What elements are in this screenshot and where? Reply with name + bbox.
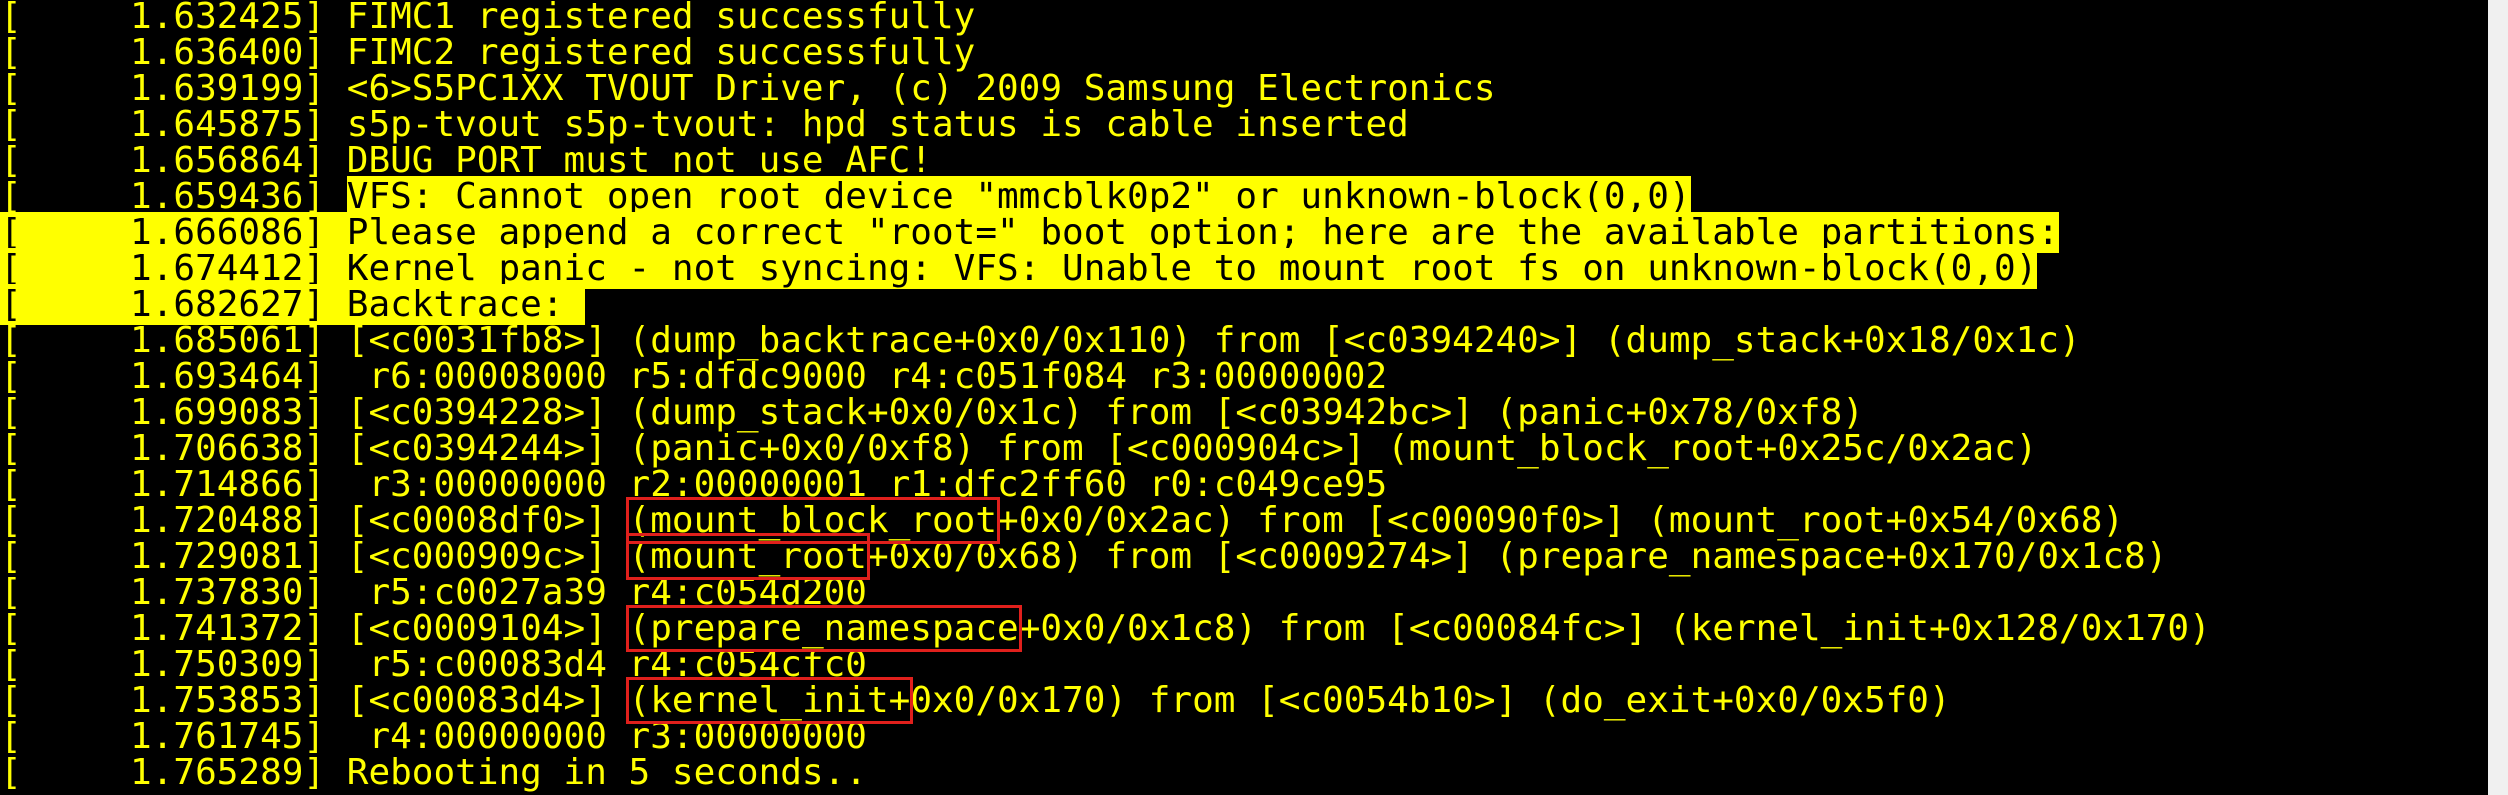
log-line: [ 1.737830] r5:c0027a39 r4:c054d200 [0, 575, 2211, 611]
log-message: <6>S5PC1XX TVOUT Driver, (c) 2009 Samsun… [347, 68, 1496, 109]
log-line: [ 1.636400] FIMC2 registered successfull… [0, 35, 2211, 71]
log-message: Backtrace: [347, 284, 585, 325]
log-text: [<c0031fb8>] (dump_backtrace+0x0/0x110) … [346, 320, 2081, 361]
log-text: [<c0394228>] (dump_stack+0x0/0x1c) from … [346, 392, 1864, 433]
log-message: DBUG_PORT must not use AFC! [347, 140, 932, 181]
log-text: r6:00008000 r5:dfdc9000 r4:c051f084 r3:0… [346, 356, 1388, 397]
log-text: +0x0/0x68) from [<c0009274>] (prepare_na… [866, 536, 2168, 577]
kernel-log: [ 1.632425] FIMC1 registered successfull… [0, 0, 2211, 791]
log-message: r5:c00083d4 r4:c054cfc0 [347, 644, 867, 685]
log-text: Please append a correct "root=" boot opt… [346, 212, 2060, 253]
log-text: 0x0/0x170) from [<c0054b10>] (do_exit+0x… [910, 680, 1951, 721]
log-line: [ 1.753853] [<c00083d4>] (kernel_init+0x… [0, 677, 2211, 724]
log-line: [ 1.714866] r3:00000000 r2:00000001 r1:d… [0, 467, 2211, 503]
log-message: Rebooting in 5 seconds.. [347, 752, 867, 793]
log-message: [<c0394244>] (panic+0x0/0xf8) from [<c00… [347, 428, 2038, 469]
log-text: [<c00083d4>] [346, 680, 629, 721]
log-text: r5:c0027a39 r4:c054d200 [346, 572, 867, 613]
log-timestamp: [ 1.682627] [0, 284, 347, 325]
log-line: [ 1.656864] DBUG_PORT must not use AFC! [0, 143, 2211, 179]
log-timestamp: [ 1.639199] [0, 68, 347, 109]
annotation-red-box: (mount_root [625, 533, 870, 580]
log-timestamp: [ 1.750309] [0, 644, 347, 685]
log-text: s5p-tvout s5p-tvout: hpd status is cable… [346, 104, 1409, 145]
log-message: FIMC2 registered successfully [347, 32, 976, 73]
log-message: [<c0009104>] (prepare_namespace+0x0/0x1c… [346, 605, 2211, 652]
log-line: [ 1.729081] [<c000909c>] (mount_root+0x0… [0, 533, 2211, 580]
log-timestamp: [ 1.656864] [0, 140, 347, 181]
log-message: VFS: Cannot open root device "mmcblk0p2"… [346, 176, 1691, 217]
log-message: r6:00008000 r5:dfdc9000 r4:c051f084 r3:0… [347, 356, 1387, 397]
log-message: s5p-tvout s5p-tvout: hpd status is cable… [347, 104, 1409, 145]
log-message: [<c0031fb8>] (dump_backtrace+0x0/0x110) … [347, 320, 2081, 361]
log-line: [ 1.693464] r6:00008000 r5:dfdc9000 r4:c… [0, 359, 2211, 395]
log-timestamp: [ 1.729081] [0, 536, 347, 577]
log-timestamp: [ 1.761745] [0, 716, 347, 757]
log-line: [ 1.674412] Kernel panic - not syncing: … [0, 248, 2211, 289]
log-message: Kernel panic - not syncing: VFS: Unable … [347, 248, 2038, 289]
log-text: +0x0/0x2ac) from [<c00090f0>] (mount_roo… [997, 500, 2125, 541]
log-text: r4:00000000 r3:00000000 [346, 716, 867, 757]
log-timestamp: [ 1.666086] [0, 212, 347, 253]
log-message: r3:00000000 r2:00000001 r1:dfc2ff60 r0:c… [347, 464, 1387, 505]
log-line: [ 1.699083] [<c0394228>] (dump_stack+0x0… [0, 395, 2211, 431]
log-message: r5:c0027a39 r4:c054d200 [347, 572, 867, 613]
log-message: Please append a correct "root=" boot opt… [347, 212, 2059, 253]
log-timestamp: [ 1.674412] [0, 248, 347, 289]
terminal-window: [ 1.632425] FIMC1 registered successfull… [0, 0, 2488, 795]
log-text: r3:00000000 r2:00000001 r1:dfc2ff60 r0:c… [346, 464, 1388, 505]
log-text: [<c0008df0>] [346, 500, 629, 541]
log-timestamp: [ 1.753853] [0, 680, 347, 721]
log-text: [<c0009104>] [346, 608, 629, 649]
log-text: Kernel panic - not syncing: VFS: Unable … [346, 248, 2038, 289]
log-timestamp: [ 1.737830] [0, 572, 347, 613]
annotation-red-box: (kernel_init+ [625, 677, 914, 724]
log-timestamp: [ 1.765289] [0, 752, 347, 793]
log-line: [ 1.632425] FIMC1 registered successfull… [0, 0, 2211, 35]
log-timestamp: [ 1.645875] [0, 104, 347, 145]
log-message: [<c00083d4>] (kernel_init+0x0/0x170) fro… [346, 677, 1951, 724]
log-text: Rebooting in 5 seconds.. [346, 752, 867, 793]
log-text: +0x0/0x1c8) from [<c00084fc>] (kernel_in… [1018, 608, 2211, 649]
log-timestamp: [ 1.636400] [0, 32, 347, 73]
log-line: [ 1.761745] r4:00000000 r3:00000000 [0, 719, 2211, 755]
log-line: [ 1.706638] [<c0394244>] (panic+0x0/0xf8… [0, 431, 2211, 467]
log-line: [ 1.720488] [<c0008df0>] (mount_block_ro… [0, 497, 2211, 544]
log-timestamp: [ 1.714866] [0, 464, 347, 505]
log-text: <6>S5PC1XX TVOUT Driver, (c) 2009 Samsun… [346, 68, 1496, 109]
log-message: [<c0008df0>] (mount_block_root+0x0/0x2ac… [346, 497, 2125, 544]
log-message: r4:00000000 r3:00000000 [347, 716, 867, 757]
log-line: [ 1.765289] Rebooting in 5 seconds.. [0, 755, 2211, 791]
log-line: [ 1.685061] [<c0031fb8>] (dump_backtrace… [0, 323, 2211, 359]
log-line: [ 1.639199] <6>S5PC1XX TVOUT Driver, (c)… [0, 71, 2211, 107]
log-text: Backtrace: [346, 284, 586, 325]
log-text: [<c0394244>] (panic+0x0/0xf8) from [<c00… [346, 428, 2038, 469]
log-timestamp: [ 1.659436] [0, 176, 347, 217]
log-message: [<c0394228>] (dump_stack+0x0/0x1c) from … [347, 392, 1864, 433]
log-message: [<c000909c>] (mount_root+0x0/0x68) from … [346, 533, 2168, 580]
log-timestamp: [ 1.720488] [0, 500, 347, 541]
log-text: r5:c00083d4 r4:c054cfc0 [346, 644, 867, 685]
log-text: [<c000909c>] [346, 536, 629, 577]
log-line: [ 1.645875] s5p-tvout s5p-tvout: hpd sta… [0, 107, 2211, 143]
log-timestamp: [ 1.685061] [0, 320, 347, 361]
log-timestamp: [ 1.693464] [0, 356, 347, 397]
annotation-red-box: (mount_block_root [625, 497, 1001, 544]
annotation-red-box: (prepare_namespace [625, 605, 1022, 652]
log-line: [ 1.666086] Please append a correct "roo… [0, 212, 2211, 253]
log-line: [ 1.750309] r5:c00083d4 r4:c054cfc0 [0, 647, 2211, 683]
log-timestamp: [ 1.741372] [0, 608, 347, 649]
log-timestamp: [ 1.706638] [0, 428, 347, 469]
log-line: [ 1.741372] [<c0009104>] (prepare_namesp… [0, 605, 2211, 652]
log-text: DBUG_PORT must not use AFC! [346, 140, 932, 181]
log-line: [ 1.682627] Backtrace: [0, 284, 2211, 325]
log-text: FIMC2 registered successfully [346, 32, 976, 73]
log-line: [ 1.659436] VFS: Cannot open root device… [0, 176, 2211, 217]
log-text: VFS: Cannot open root device "mmcblk0p2"… [346, 176, 1691, 217]
log-timestamp: [ 1.699083] [0, 392, 347, 433]
window-edge [2488, 0, 2508, 795]
